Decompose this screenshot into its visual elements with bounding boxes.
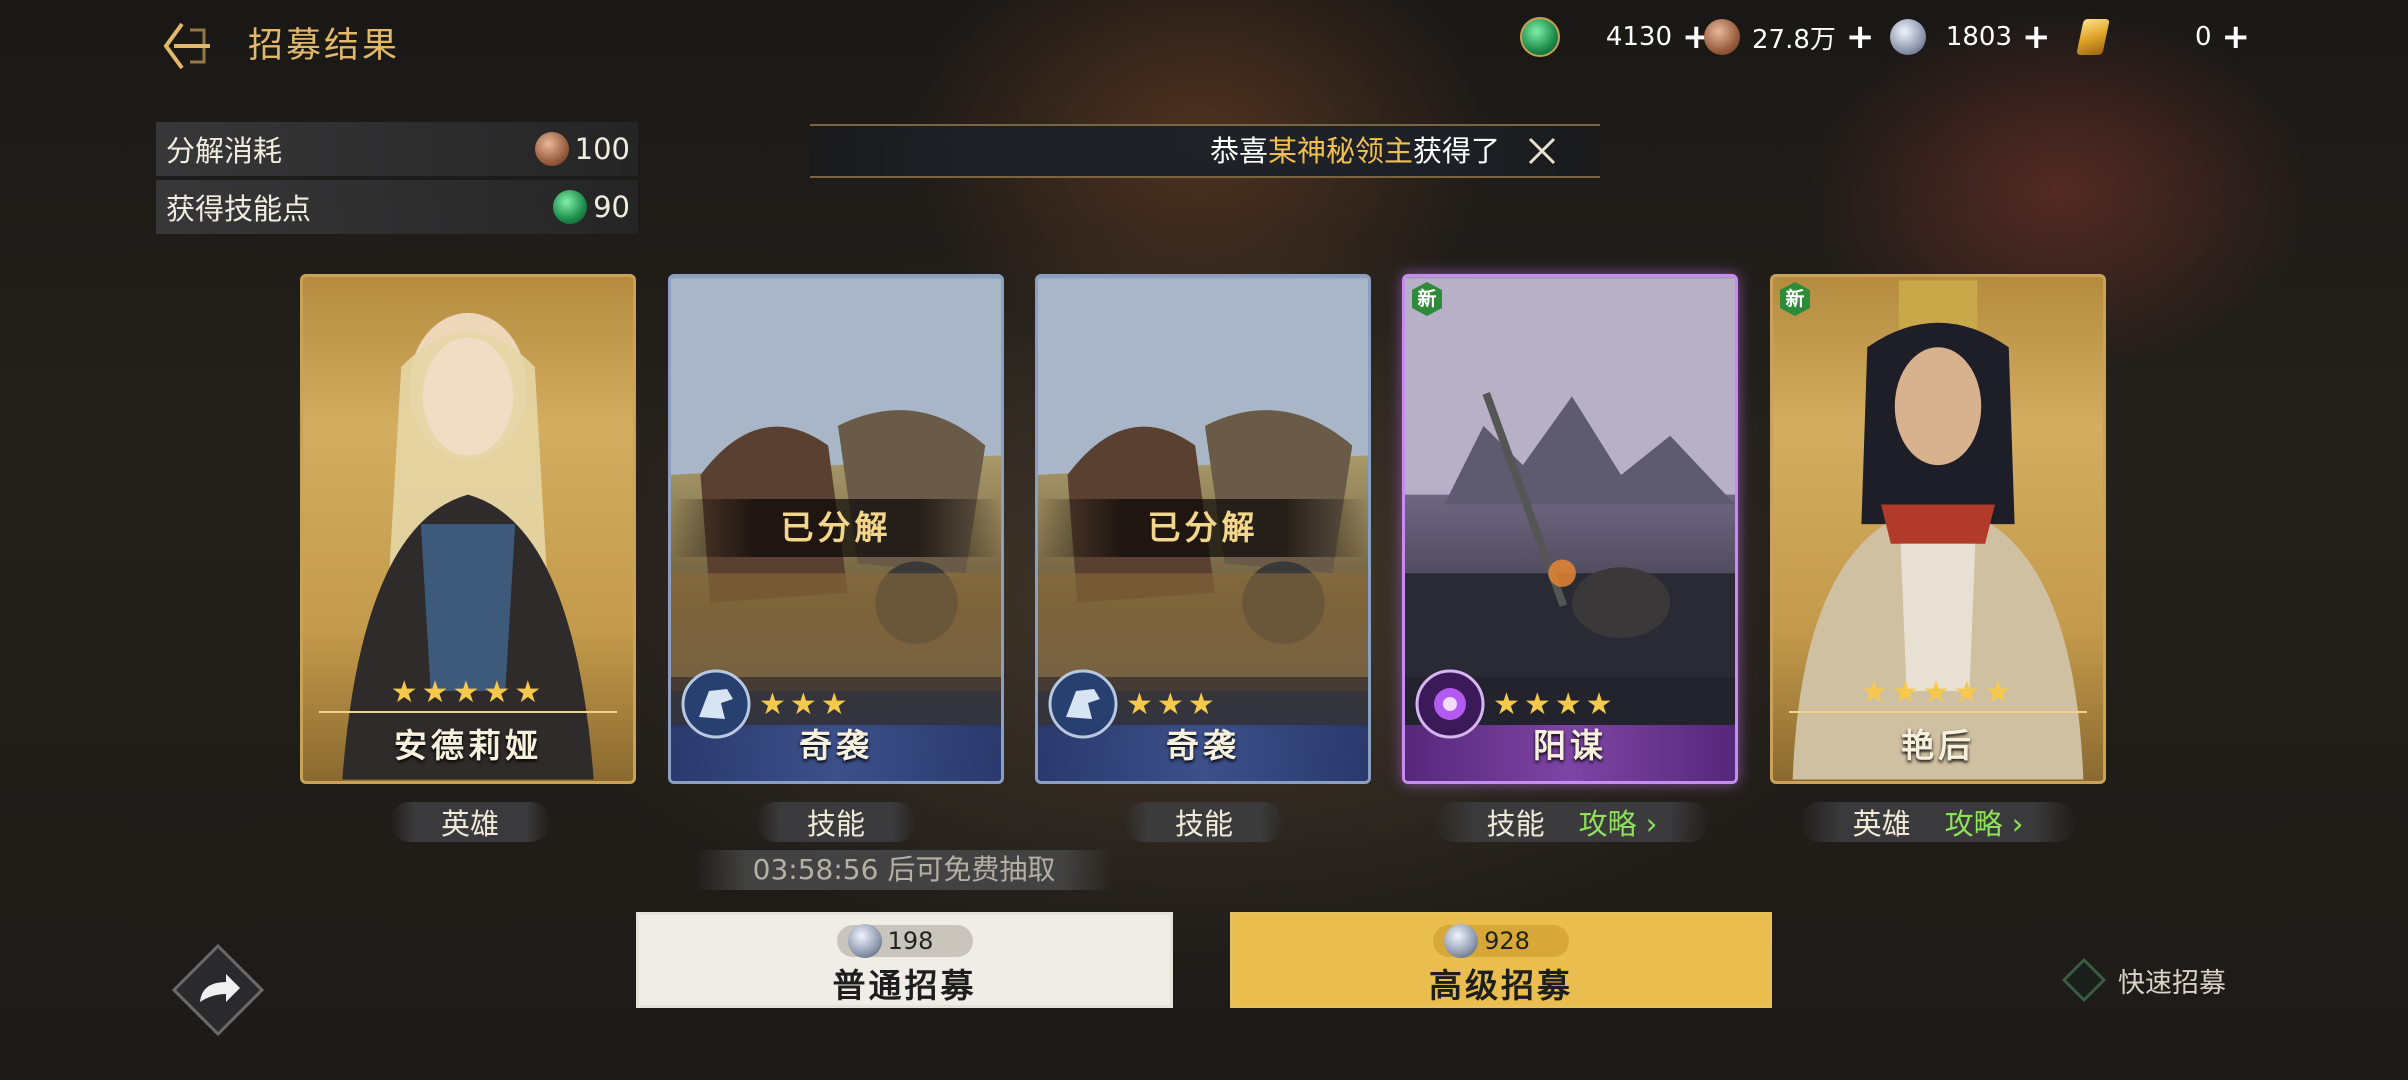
- add-gold-crystal-button[interactable]: +: [2222, 20, 2251, 54]
- card-name: 奇袭: [799, 726, 873, 765]
- card-type-tag: 技能: [1124, 802, 1284, 842]
- add-copper-coin-button[interactable]: +: [1846, 20, 1875, 54]
- resource-skill-gem: 4130 +: [1520, 14, 1728, 60]
- recruit-cost: 198: [836, 924, 973, 958]
- gold-crystal-icon: [2076, 19, 2110, 55]
- normal-recruit-button[interactable]: 198 普通招募: [636, 912, 1173, 1008]
- card-type-tag[interactable]: 英雄 攻略 ›: [1800, 802, 2076, 842]
- silver-coin-icon: [1444, 924, 1479, 958]
- back-arrow-icon[interactable]: [160, 18, 216, 74]
- decomposed-label: 已分解: [1147, 508, 1259, 547]
- guide-link[interactable]: 攻略 ›: [1579, 801, 1658, 843]
- recruit-cost: 928: [1433, 924, 1569, 958]
- skill-card-ambush-2[interactable]: 已分解 ★★★ 奇袭: [1035, 274, 1371, 784]
- quick-recruit-toggle[interactable]: 快速招募: [2062, 958, 2226, 1002]
- silver-coin-icon: [1890, 19, 1926, 55]
- hero-card-andrea[interactable]: ★★★★★ 安德莉娅: [300, 274, 636, 784]
- skill-card-scheme[interactable]: 新 ★★★★ 阳谋: [1402, 274, 1738, 784]
- card-type-tag: 技能: [756, 802, 916, 842]
- add-silver-coin-button[interactable]: +: [2022, 20, 2051, 54]
- copper-coin-icon: [1704, 19, 1740, 55]
- share-icon[interactable]: [172, 944, 264, 1036]
- green-gem-icon: [553, 190, 588, 224]
- page-title: 招募结果: [248, 26, 401, 66]
- advanced-recruit-button[interactable]: 928 高级招募: [1230, 912, 1772, 1008]
- resource-copper-coin: 27.8万 +: [1704, 14, 1876, 60]
- checkbox-icon[interactable]: [2062, 958, 2106, 1002]
- decompose-cost-row: 分解消耗 100: [156, 122, 638, 176]
- hero-card-queen[interactable]: 新 ★★★★★ 艳后: [1770, 274, 2106, 784]
- card-name: 安德莉娅: [394, 726, 542, 765]
- card-name: 艳后: [1901, 726, 1975, 765]
- free-draw-timer: 03:58:56 后可免费抽取: [696, 850, 1112, 890]
- broadcast-text: 恭喜某神秘领主获得了: [1209, 134, 1500, 168]
- decomposed-label: 已分解: [780, 508, 892, 547]
- silver-coin-icon: [847, 924, 882, 958]
- card-name: 奇袭: [1166, 726, 1240, 765]
- close-icon[interactable]: [1526, 135, 1558, 167]
- resource-silver-coin: 1803 +: [1890, 14, 2060, 60]
- skill-points-row: 获得技能点 90: [156, 180, 638, 234]
- guide-link[interactable]: 攻略 ›: [1945, 801, 2024, 843]
- card-type-tag: 英雄: [390, 802, 550, 842]
- card-type-tag[interactable]: 技能 攻略 ›: [1434, 802, 1710, 842]
- broadcast-banner: 恭喜某神秘领主获得了: [810, 124, 1600, 178]
- resource-gold-crystal: 0 +: [2076, 14, 2251, 60]
- copper-coin-icon: [534, 132, 569, 166]
- skill-card-ambush-1[interactable]: 已分解 ★★★ 奇袭: [668, 274, 1004, 784]
- green-gem-icon: [1520, 17, 1560, 57]
- card-name: 阳谋: [1533, 726, 1607, 765]
